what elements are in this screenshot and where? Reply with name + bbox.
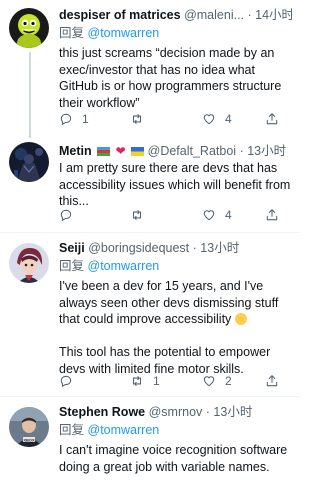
heart-icon <box>203 114 215 125</box>
reply-icon <box>60 375 72 388</box>
like-button[interactable]: 4 <box>202 111 232 127</box>
tweet-text-line: I am pretty sure there are devs that has… <box>59 161 291 208</box>
separator-dot: · <box>239 144 244 158</box>
reply-count: 1 <box>82 112 89 126</box>
reply-label: 回复 <box>59 26 85 40</box>
display-name[interactable]: despiser of matrices <box>59 8 181 22</box>
tweet-actions: 4 <box>59 207 278 223</box>
reply-context: 回复 @tomwarren <box>59 25 292 42</box>
tweet-actions: 1 2 <box>59 373 278 389</box>
display-name[interactable]: Stephen Rowe <box>59 405 145 419</box>
share-button[interactable] <box>265 373 279 389</box>
reply-context: 回复 @tomwarren <box>59 422 292 439</box>
tweet-text-paragraph: I've been a dev for 15 years, and I've a… <box>59 278 292 328</box>
tweet-header: Metin ❤ @Defalt_Ratboi · 13小时 <box>59 143 292 159</box>
share-button[interactable] <box>265 207 279 223</box>
retweet-button[interactable] <box>130 207 144 223</box>
share-icon <box>266 375 278 387</box>
reply-mention[interactable]: @tomwarren <box>88 259 160 273</box>
like-button[interactable]: 4 <box>202 207 232 223</box>
like-button[interactable]: 2 <box>202 373 232 389</box>
reply-label: 回复 <box>59 259 85 273</box>
tweet-text-line: I can't imagine voice recognition softwa… <box>59 443 288 474</box>
smile-emoji-icon <box>234 313 247 325</box>
retweet-icon <box>132 375 142 387</box>
reply-icon <box>60 209 72 222</box>
tweet-header: Stephen Rowe @smrnov · 13小时 <box>59 404 292 420</box>
share-button[interactable] <box>265 111 279 127</box>
timestamp[interactable]: 13小时 <box>247 144 286 158</box>
tweet-header: despiser of matrices @maleni... · 14小时 <box>59 7 292 23</box>
tweet-actions: 1 4 <box>59 111 278 127</box>
reply-icon <box>60 113 72 126</box>
tweet[interactable]: Metin ❤ @Defalt_Ratboi · 13小时 I am prett… <box>0 140 300 232</box>
timestamp[interactable]: 13小时 <box>200 241 239 255</box>
like-count: 4 <box>225 208 232 222</box>
avatar[interactable] <box>9 8 49 48</box>
reply-button[interactable]: 1 <box>59 111 89 127</box>
separator-dot: · <box>247 8 252 22</box>
retweet-button[interactable]: 1 <box>130 373 160 389</box>
share-icon <box>266 113 278 125</box>
reply-mention[interactable]: @tomwarren <box>88 26 160 40</box>
retweet-icon <box>132 209 142 221</box>
reply-button[interactable] <box>59 207 73 223</box>
like-count: 4 <box>225 112 232 126</box>
tweet[interactable]: Seiji @boringsidequest · 13小时 回复 @tomwar… <box>0 233 300 396</box>
like-count: 2 <box>225 374 232 388</box>
retweet-icon <box>132 113 142 125</box>
heart-emoji-icon: ❤ <box>115 144 126 158</box>
tweet-text-line: this just screams “decision made by an e… <box>59 46 282 110</box>
user-handle[interactable]: @smrnov <box>149 405 203 419</box>
avatar[interactable]: XBOX <box>9 407 49 447</box>
tweet[interactable]: despiser of matrices @maleni... · 14小时 回… <box>0 0 300 140</box>
heart-icon <box>203 376 215 387</box>
tweet[interactable]: XBOX Stephen Rowe @smrnov · 13小时 回复 @tom… <box>0 397 300 500</box>
user-handle[interactable]: @maleni... <box>184 8 244 22</box>
share-icon <box>266 209 278 221</box>
tweet-text: I can't imagine voice recognition softwa… <box>59 442 292 475</box>
timestamp[interactable]: 13小时 <box>213 405 252 419</box>
separator-dot: · <box>205 405 210 419</box>
tweet-feed: despiser of matrices @maleni... · 14小时 回… <box>0 0 300 500</box>
retweet-button[interactable] <box>130 111 144 127</box>
azerbaijan-flag-icon <box>97 147 111 156</box>
reply-context: 回复 @tomwarren <box>59 258 292 275</box>
timestamp[interactable]: 14小时 <box>255 8 292 22</box>
reply-mention[interactable]: @tomwarren <box>88 423 160 437</box>
reply-button[interactable] <box>59 373 73 389</box>
user-handle[interactable]: @boringsidequest <box>88 241 189 255</box>
tweet-text: this just screams “decision made by an e… <box>59 45 292 111</box>
reply-label: 回复 <box>59 423 85 437</box>
retweet-count: 1 <box>153 374 160 388</box>
tweet-text: I am pretty sure there are devs that has… <box>59 160 292 210</box>
svg-text:XBOX: XBOX <box>23 437 35 442</box>
tweet-text: I've been a dev for 15 years, and I've a… <box>59 278 292 377</box>
display-name[interactable]: Seiji <box>59 241 85 255</box>
tweet-header: Seiji @boringsidequest · 13小时 <box>59 240 292 256</box>
ukraine-flag-icon <box>131 147 145 156</box>
display-name[interactable]: Metin <box>59 144 92 158</box>
separator-dot: · <box>192 241 197 255</box>
heart-icon <box>203 210 215 221</box>
avatar[interactable] <box>9 243 49 283</box>
user-handle[interactable]: @Defalt_Ratboi <box>148 144 236 158</box>
avatar[interactable] <box>9 142 49 182</box>
